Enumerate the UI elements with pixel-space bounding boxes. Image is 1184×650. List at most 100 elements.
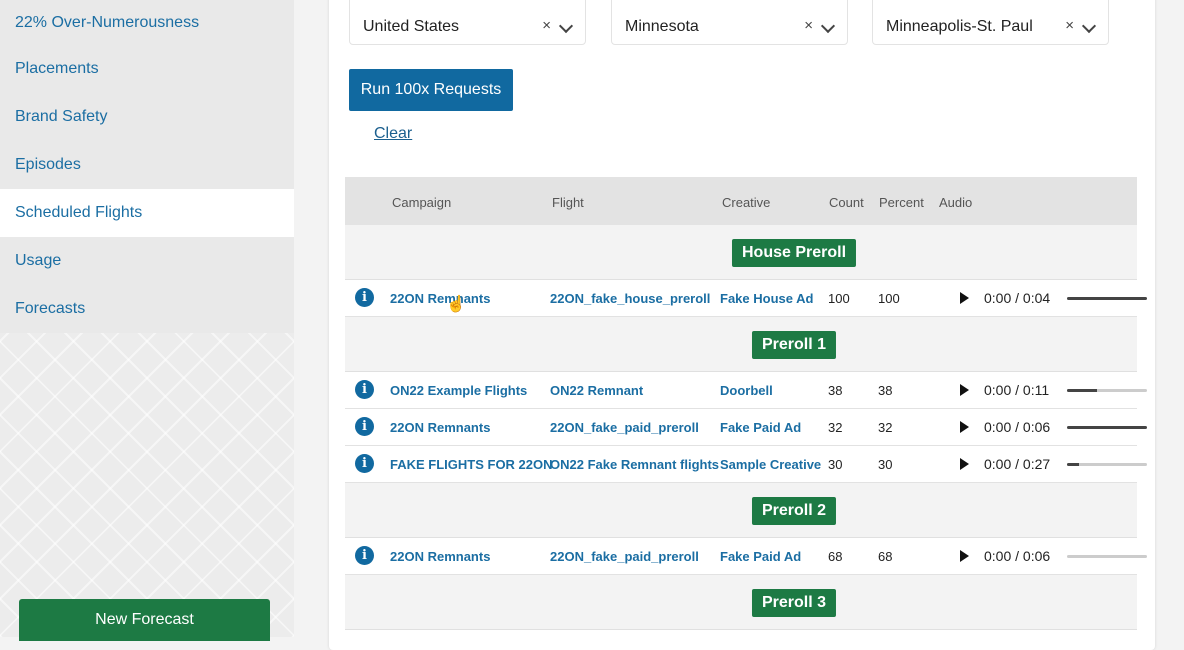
count-value: 100 — [828, 291, 850, 306]
audio-time: 0:00 / 0:04 — [984, 290, 1051, 306]
header-count: Count — [829, 195, 864, 210]
group-badge: Preroll 1 — [751, 331, 837, 359]
group-header: Preroll 2 — [345, 483, 1137, 538]
table-row: i ON22 Example Flights ON22 Remnant Doorbel… — [345, 372, 1147, 409]
table-body: House Preroll i 22ON Remnants 22ON_fake_hou… — [345, 225, 1147, 630]
sidebar-item-label: Usage — [15, 252, 62, 269]
country-value: United States — [363, 18, 460, 35]
sidebar-item-episodes[interactable]: Episodes — [0, 141, 294, 189]
play-icon[interactable] — [960, 384, 969, 396]
audio-time: 0:00 / 0:27 — [984, 456, 1051, 472]
creative-link[interactable]: Doorbell — [720, 383, 773, 398]
header-creative: Creative — [722, 195, 771, 210]
creative-link[interactable]: Fake Paid Ad — [720, 420, 801, 435]
audio-progress-track[interactable] — [1067, 389, 1147, 392]
hand-cursor-icon: ☝ — [446, 296, 466, 313]
sidebar-item-scheduled-flights[interactable]: Scheduled Flights — [0, 189, 294, 237]
chevron-down-icon[interactable] — [1081, 18, 1097, 34]
group-badge: Preroll 2 — [751, 497, 837, 525]
table-row: i 22ON Remnants 22ON_fake_paid_preroll Fake… — [345, 538, 1147, 575]
new-forecast-button[interactable]: New Forecast — [19, 599, 270, 641]
flight-link[interactable]: 22ON_fake_paid_preroll — [550, 420, 699, 435]
percent-value: 32 — [878, 420, 893, 435]
sidebar-item-label: Scheduled Flights — [15, 204, 143, 221]
clear-icon[interactable]: × — [542, 17, 551, 34]
flight-link[interactable]: 22ON_fake_house_preroll — [550, 291, 710, 306]
campaign-link[interactable]: FAKE FLIGHTS FOR 22ON — [390, 457, 553, 472]
sidebar-item-label: Episodes — [15, 156, 81, 173]
sidebar: 22% Over-Numerousness Placements Brand S… — [0, 0, 294, 641]
header-flight: Flight — [552, 195, 584, 210]
campaign-link[interactable]: 22ON Remnants — [390, 420, 490, 435]
play-icon[interactable] — [960, 458, 969, 470]
group-header: House Preroll — [345, 225, 1137, 280]
info-icon[interactable]: i — [355, 288, 374, 307]
country-select[interactable]: United States × — [349, 0, 586, 45]
metro-value: Minneapolis-St. Paul — [886, 18, 1033, 35]
state-select[interactable]: Minnesota × — [611, 0, 848, 45]
group-header: Preroll 1 — [345, 317, 1137, 372]
run-requests-button[interactable]: Run 100x Requests — [349, 69, 513, 111]
creative-link[interactable]: Sample Creative — [720, 457, 821, 472]
flight-link[interactable]: ON22 Remnant — [550, 383, 643, 398]
clear-icon[interactable]: × — [1065, 17, 1074, 34]
info-icon[interactable]: i — [355, 454, 374, 473]
audio-progress-fill — [1067, 389, 1098, 392]
campaign-link[interactable]: 22ON Remnants — [390, 549, 490, 564]
table-row: i FAKE FLIGHTS FOR 22ON ON22 Fake Remnant … — [345, 446, 1147, 483]
info-icon[interactable]: i — [355, 380, 374, 399]
clear-link[interactable]: Clear — [374, 125, 412, 143]
audio-progress-fill — [1067, 297, 1147, 300]
count-value: 30 — [828, 457, 843, 472]
header-percent: Percent — [879, 195, 924, 210]
state-value: Minnesota — [625, 18, 699, 35]
audio-progress-fill — [1067, 463, 1079, 466]
percent-value: 68 — [878, 549, 893, 564]
info-icon[interactable]: i — [355, 417, 374, 436]
table-row: i 22ON Remnants 22ON_fake_paid_preroll Fake… — [345, 409, 1147, 446]
sidebar-item-over-numerousness[interactable]: 22% Over-Numerousness — [0, 0, 294, 45]
sidebar-item-brand-safety[interactable]: Brand Safety — [0, 93, 294, 141]
header-campaign: Campaign — [392, 195, 452, 210]
sidebar-item-usage[interactable]: Usage — [0, 237, 294, 285]
audio-progress-fill — [1067, 426, 1147, 429]
sidebar-item-label: Forecasts — [15, 300, 86, 317]
audio-time: 0:00 / 0:06 — [984, 419, 1051, 435]
count-value: 68 — [828, 549, 843, 564]
campaign-link[interactable]: 22ON Remnants — [390, 291, 490, 306]
count-value: 38 — [828, 383, 843, 398]
flight-link[interactable]: 22ON_fake_paid_preroll — [550, 549, 699, 564]
chevron-down-icon[interactable] — [558, 18, 574, 34]
percent-value: 30 — [878, 457, 893, 472]
count-value: 32 — [828, 420, 843, 435]
play-icon[interactable] — [960, 550, 969, 562]
chevron-down-icon[interactable] — [820, 18, 836, 34]
creative-link[interactable]: Fake Paid Ad — [720, 549, 801, 564]
audio-progress-track[interactable] — [1067, 426, 1147, 429]
audio-progress-track[interactable] — [1067, 297, 1147, 300]
sidebar-item-forecasts[interactable]: Forecasts — [0, 285, 294, 333]
group-header: Preroll 3 — [345, 575, 1137, 630]
clear-icon[interactable]: × — [804, 17, 813, 34]
audio-progress-track[interactable] — [1067, 463, 1147, 466]
audio-progress-track[interactable] — [1067, 555, 1147, 558]
play-icon[interactable] — [960, 292, 969, 304]
sidebar-item-placements[interactable]: Placements — [0, 45, 294, 93]
audio-time: 0:00 / 0:11 — [984, 382, 1050, 398]
creative-link[interactable]: Fake House Ad — [720, 291, 813, 306]
sidebar-item-label: Brand Safety — [15, 108, 108, 125]
campaign-link[interactable]: ON22 Example Flights — [390, 383, 527, 398]
info-icon[interactable]: i — [355, 546, 374, 565]
sidebar-item-label: 22% Over-Numerousness — [15, 13, 200, 31]
table-header: Campaign Flight Creative Count Percent A… — [345, 177, 1137, 225]
group-badge: Preroll 3 — [751, 589, 837, 617]
header-audio: Audio — [939, 195, 973, 210]
sidebar-item-label: Placements — [15, 60, 99, 77]
sidebar-nav: 22% Over-Numerousness Placements Brand S… — [0, 0, 294, 333]
results-table: Campaign Flight Creative Count Percent A… — [345, 177, 1147, 630]
flight-link[interactable]: ON22 Fake Remnant flights — [550, 457, 719, 472]
group-badge: House Preroll — [731, 239, 857, 267]
metro-select[interactable]: Minneapolis-St. Paul × — [872, 0, 1109, 45]
play-icon[interactable] — [960, 421, 969, 433]
percent-value: 100 — [878, 291, 900, 306]
